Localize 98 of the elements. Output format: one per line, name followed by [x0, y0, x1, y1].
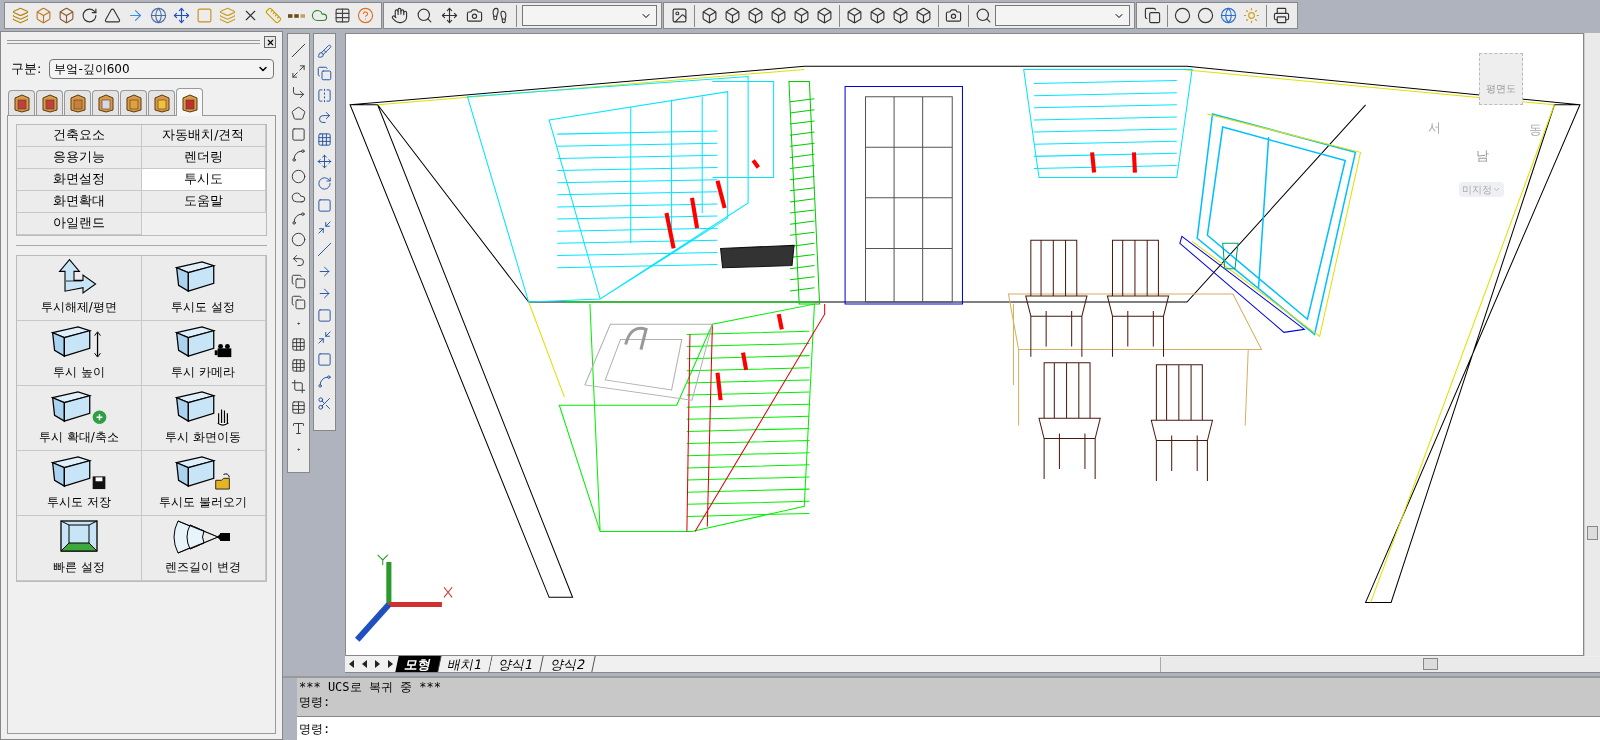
toolbar-dropdown[interactable]: [995, 5, 1130, 26]
rectangle-icon: [291, 127, 306, 142]
compass-west-label: 서: [1428, 119, 1441, 137]
cabinet-icon: [95, 93, 116, 113]
cube-icon: [35, 7, 52, 24]
menu-button[interactable]: 응용기능: [17, 147, 142, 169]
layout-tab[interactable]: 양식1: [489, 656, 545, 672]
text-icon: [291, 421, 306, 436]
cube-icon: [816, 7, 833, 24]
scrollbar-thumb[interactable]: [1423, 657, 1438, 670]
tool-button[interactable]: 투시도 불러오기: [141, 451, 266, 516]
tool-button[interactable]: 투시도 설정: [141, 256, 266, 321]
cube-icon: [770, 7, 787, 24]
cube-icon: [747, 7, 764, 24]
cloud-icon: [291, 190, 306, 205]
menu-button[interactable]: 도움말: [141, 191, 266, 213]
polyline-icon: [291, 85, 306, 100]
globe-icon: [150, 7, 167, 24]
close-icon: [265, 37, 275, 47]
category-tab[interactable]: [148, 90, 175, 115]
cube-icon: [869, 7, 886, 24]
pan-icon: [391, 7, 408, 24]
caret-icon: [1492, 185, 1501, 194]
pentagon-icon: [291, 106, 306, 121]
rotate-icon: [317, 175, 332, 191]
mirror-icon: [317, 87, 332, 103]
menu-button[interactable]: 화면설정: [17, 169, 142, 191]
category-tab[interactable]: [176, 88, 203, 116]
menu-button[interactable]: 화면확대: [17, 191, 142, 213]
category-tab[interactable]: [36, 90, 63, 115]
compass-south-label: 남: [1476, 147, 1489, 165]
layout-tab[interactable]: 배치1: [438, 656, 493, 672]
copy-icon: [317, 65, 332, 81]
arc-icon: [291, 148, 306, 163]
cabinet-icon: [123, 93, 144, 113]
cube-icon: [915, 7, 932, 24]
cabinet-icon: [151, 93, 172, 113]
tool-button[interactable]: 투시 확대/축소: [17, 386, 142, 451]
menu-button[interactable]: 건축요소: [17, 125, 142, 147]
menu-button[interactable]: 아일랜드: [17, 213, 142, 235]
spline-icon: [291, 211, 306, 226]
toolbar-dropdown[interactable]: [522, 5, 657, 26]
category-dropdown[interactable]: 부엌-깊이600: [49, 59, 274, 79]
category-tab[interactable]: [120, 90, 147, 115]
move-icon: [317, 153, 332, 169]
ucs-axis-icon: [354, 554, 453, 642]
command-history-line: *** UCS로 복귀 중 ***: [299, 680, 442, 695]
ruler-icon: [265, 7, 282, 24]
tool-button[interactable]: 투시 화면이동: [141, 386, 266, 451]
tool-button[interactable]: 투시해제/평면: [17, 256, 142, 321]
cube-icon: [846, 7, 863, 24]
camera-icon: [466, 7, 483, 24]
layout-tab[interactable]: 모형: [395, 656, 442, 672]
footprints-icon: [491, 7, 508, 24]
tool-button[interactable]: 투시 카메라: [141, 321, 266, 386]
zoom-icon: [416, 7, 433, 24]
menu-button[interactable]: 자동배치/견적: [141, 125, 266, 147]
diagonal-arrows-icon: [291, 64, 306, 79]
menu-button[interactable]: 투시도: [141, 169, 266, 191]
cube-icon: [701, 7, 718, 24]
tool-button[interactable]: 렌즈길이 변경: [141, 516, 266, 581]
close-button[interactable]: [264, 36, 276, 48]
table-icon: [291, 400, 306, 415]
compass-east-label: 동: [1529, 121, 1542, 139]
cube-icon: [58, 7, 75, 24]
circle-icon: [291, 169, 306, 184]
layers-icon: [12, 7, 29, 24]
cube-icon: [892, 7, 909, 24]
move-icon: [173, 7, 190, 24]
rotate-icon: [81, 7, 98, 24]
dashes-icon: [288, 13, 305, 18]
category-tab[interactable]: [92, 90, 119, 115]
triangle-icon: [104, 7, 121, 24]
tool-button[interactable]: 투시도 저장: [17, 451, 142, 516]
viewcube-face-label: 평면도: [1486, 82, 1516, 96]
camera-icon: [945, 7, 962, 24]
category-tab[interactable]: [64, 90, 91, 115]
scrollbar-thumb[interactable]: [1587, 526, 1598, 540]
cabinet-icon: [11, 93, 32, 113]
tool-button[interactable]: 빠른 설정: [17, 516, 142, 581]
vertical-scrollbar[interactable]: [1584, 33, 1600, 656]
square-icon: [196, 7, 213, 24]
arrow-icon: [127, 7, 144, 24]
cube-icon: [793, 7, 810, 24]
category-tab[interactable]: [8, 90, 35, 115]
field-label: 구분:: [10, 60, 42, 79]
line-icon: [291, 43, 306, 58]
tool-button[interactable]: 투시 높이: [17, 321, 142, 386]
menu-button[interactable]: 렌더링: [141, 147, 266, 169]
help-icon: [357, 7, 374, 24]
cabinet-icon: [67, 93, 88, 113]
array-icon: [317, 131, 332, 147]
command-history-line: 명령:: [299, 695, 332, 710]
layers-icon: [219, 7, 236, 24]
command-line-field[interactable]: 명령:: [297, 716, 1600, 740]
cube-icon: [724, 7, 741, 24]
cabinet-icon: [39, 93, 60, 113]
horizontal-scrollbar[interactable]: [1160, 656, 1600, 672]
